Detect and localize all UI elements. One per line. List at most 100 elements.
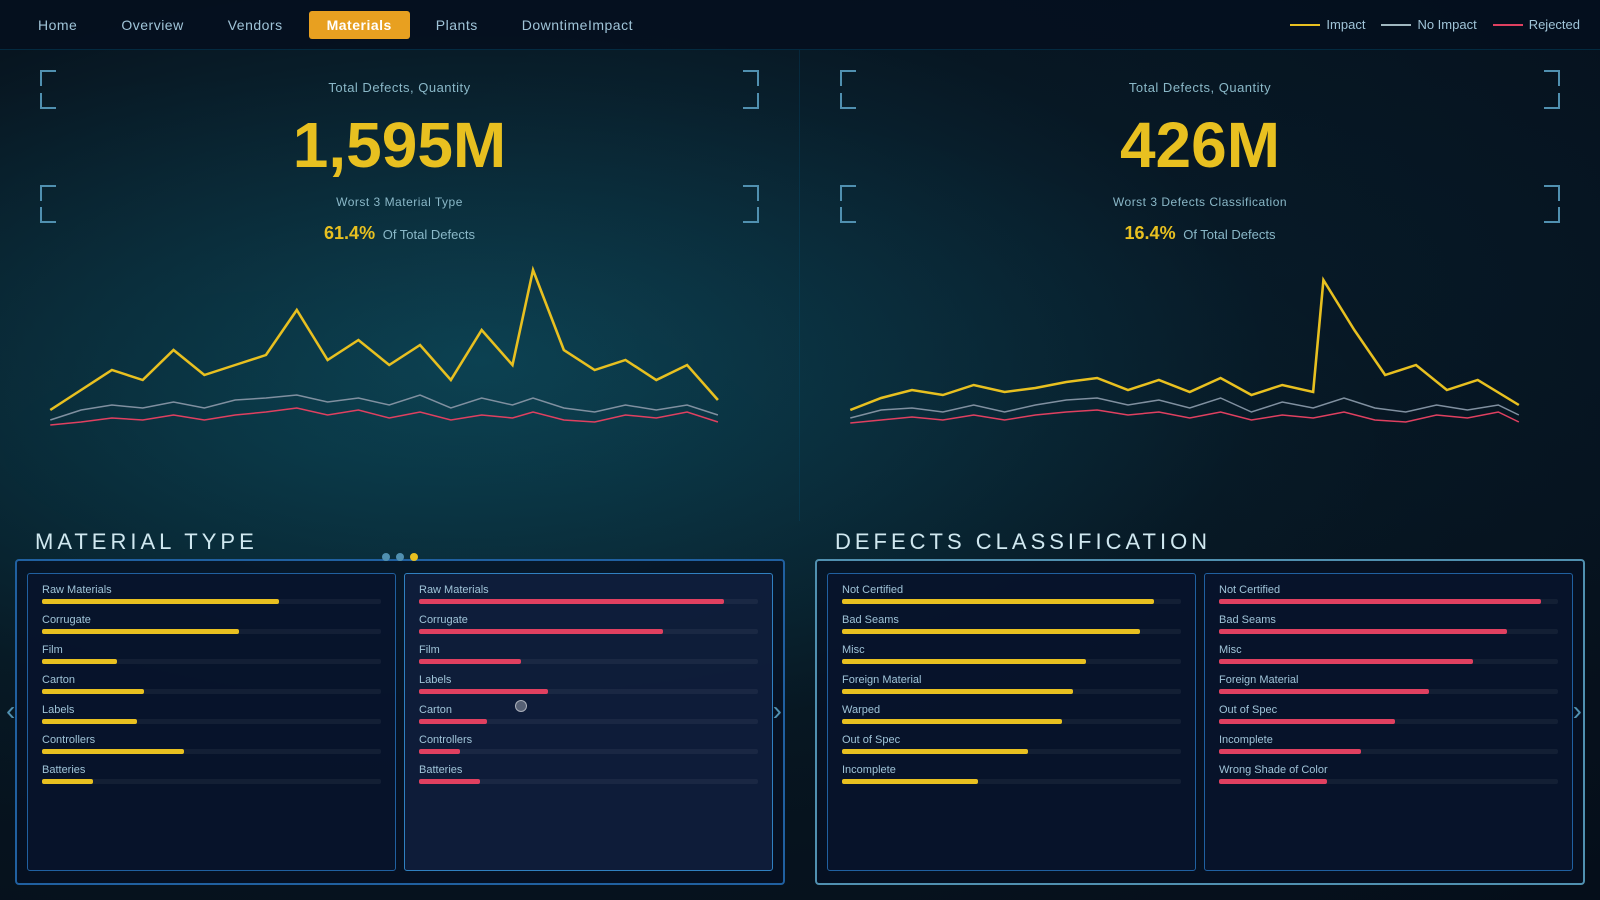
bar-track	[1219, 659, 1558, 664]
bar-track	[419, 689, 758, 694]
topbar: Home Overview Vendors Materials Plants D…	[0, 0, 1600, 50]
list-item: Incomplete	[842, 764, 1181, 784]
bar-fill	[842, 779, 978, 784]
list-item: Raw Materials	[42, 584, 381, 604]
bar-track	[419, 779, 758, 784]
bar-fill	[842, 749, 1028, 754]
list-item: Foreign Material	[842, 674, 1181, 694]
indicator-3	[410, 553, 418, 561]
bar-track	[42, 719, 381, 724]
bar-fill	[42, 749, 184, 754]
right-bar-list-1: Not CertifiedBad SeamsMiscForeign Materi…	[842, 584, 1181, 784]
bar-fill	[42, 659, 117, 664]
bar-track	[42, 689, 381, 694]
bar-label: Labels	[419, 674, 758, 686]
list-item: Controllers	[419, 734, 758, 754]
list-item: Out of Spec	[1219, 704, 1558, 724]
right-sub-bracket: Worst 3 Defects Classification	[840, 185, 1560, 223]
list-item: Raw Materials	[419, 584, 758, 604]
right-nav-arrow-left[interactable]: ›	[773, 695, 782, 727]
right-chart-bracket: Total Defects, Quantity	[840, 70, 1560, 109]
bar-track	[1219, 689, 1558, 694]
bar-label: Bad Seams	[842, 614, 1181, 626]
nav-plants[interactable]: Plants	[418, 11, 496, 39]
legend-impact-line	[1290, 24, 1320, 26]
nav-materials[interactable]: Materials	[309, 11, 410, 39]
bar-fill	[842, 659, 1086, 664]
left-bar-list-1: Raw Materials Corrugate Film Carton Labels Co…	[42, 584, 381, 784]
bar-fill	[1219, 719, 1395, 724]
bar-track	[42, 599, 381, 604]
bar-label: Incomplete	[842, 764, 1181, 776]
bar-fill	[842, 719, 1062, 724]
left-sub-label: Worst 3 Material Type	[60, 195, 739, 209]
bar-fill	[42, 719, 137, 724]
bar-track	[419, 599, 758, 604]
bar-label: Corrugate	[42, 614, 381, 626]
nav-home[interactable]: Home	[20, 11, 95, 39]
left-bottom-section: ‹ › Material Type Raw MaterialsCorrugate…	[0, 521, 800, 900]
bar-label: Film	[419, 644, 758, 656]
bar-fill	[419, 749, 460, 754]
bar-track	[419, 629, 758, 634]
bar-fill	[42, 599, 279, 604]
bar-track	[1219, 779, 1558, 784]
bar-track	[42, 779, 381, 784]
bar-fill	[419, 629, 663, 634]
list-item: Out of Spec	[842, 734, 1181, 754]
bar-fill	[1219, 689, 1429, 694]
bar-label: Carton	[42, 674, 381, 686]
right-sub-label: Worst 3 Defects Classification	[860, 195, 1540, 209]
list-item: Controllers	[42, 734, 381, 754]
bar-label: Controllers	[42, 734, 381, 746]
left-big-number: 1,595M	[40, 113, 759, 177]
right-bottom-section: › Defects Classification Not CertifiedBa…	[800, 521, 1600, 900]
bar-label: Misc	[842, 644, 1181, 656]
legend-no-impact-label: No Impact	[1417, 17, 1476, 32]
right-big-number: 426M	[840, 113, 1560, 177]
right-chart-panel: Total Defects, Quantity 426M Worst 3 Def…	[800, 50, 1600, 521]
right-bars-col1: Not CertifiedBad SeamsMiscForeign Materi…	[827, 573, 1196, 871]
left-pct-value: 61.4%	[324, 223, 375, 243]
bar-track	[419, 719, 758, 724]
left-nav-arrow[interactable]: ‹	[6, 695, 15, 727]
right-nav-arrow[interactable]: ›	[1573, 695, 1582, 727]
bar-label: Controllers	[419, 734, 758, 746]
bar-fill	[419, 599, 724, 604]
left-bars-col1: Raw Materials Corrugate Film Carton Labels Co…	[27, 573, 396, 871]
list-item: Film	[42, 644, 381, 664]
bar-fill	[1219, 599, 1541, 604]
bar-track	[842, 629, 1181, 634]
legend-rejected-label: Rejected	[1529, 17, 1580, 32]
list-item: Incomplete	[1219, 734, 1558, 754]
list-item: Bad Seams	[842, 614, 1181, 634]
indicator-1	[382, 553, 390, 561]
bar-label: Foreign Material	[1219, 674, 1558, 686]
right-pct: 16.4% Of Total Defects	[840, 223, 1560, 244]
bar-track	[842, 659, 1181, 664]
bar-label: Labels	[42, 704, 381, 716]
bar-track	[1219, 629, 1558, 634]
bar-track	[842, 749, 1181, 754]
nav-downtime[interactable]: DowntimeImpact	[504, 11, 651, 39]
legend-impact-label: Impact	[1326, 17, 1365, 32]
list-item: Carton	[42, 674, 381, 694]
nav-overview[interactable]: Overview	[103, 11, 201, 39]
list-item: Film	[419, 644, 758, 664]
bar-label: Wrong Shade of Color	[1219, 764, 1558, 776]
bar-track	[1219, 719, 1558, 724]
bar-fill	[1219, 779, 1327, 784]
list-item: Labels	[42, 704, 381, 724]
left-panel-box: Raw Materials Corrugate Film Carton Labels Co…	[15, 559, 785, 885]
right-pct-text: Of Total Defects	[1183, 227, 1275, 242]
bar-label: Carton	[419, 704, 758, 716]
list-item: Corrugate	[42, 614, 381, 634]
list-item: Foreign Material	[1219, 674, 1558, 694]
list-item: Not Certified	[1219, 584, 1558, 604]
list-item: Warped	[842, 704, 1181, 724]
main-content: Total Defects, Quantity 1,595M Worst 3 M…	[0, 50, 1600, 900]
bar-label: Batteries	[42, 764, 381, 776]
nav-vendors[interactable]: Vendors	[210, 11, 301, 39]
right-panel-box: Not Certified Bad Seams Misc Foreign Materi…	[815, 559, 1585, 885]
bar-track	[419, 659, 758, 664]
